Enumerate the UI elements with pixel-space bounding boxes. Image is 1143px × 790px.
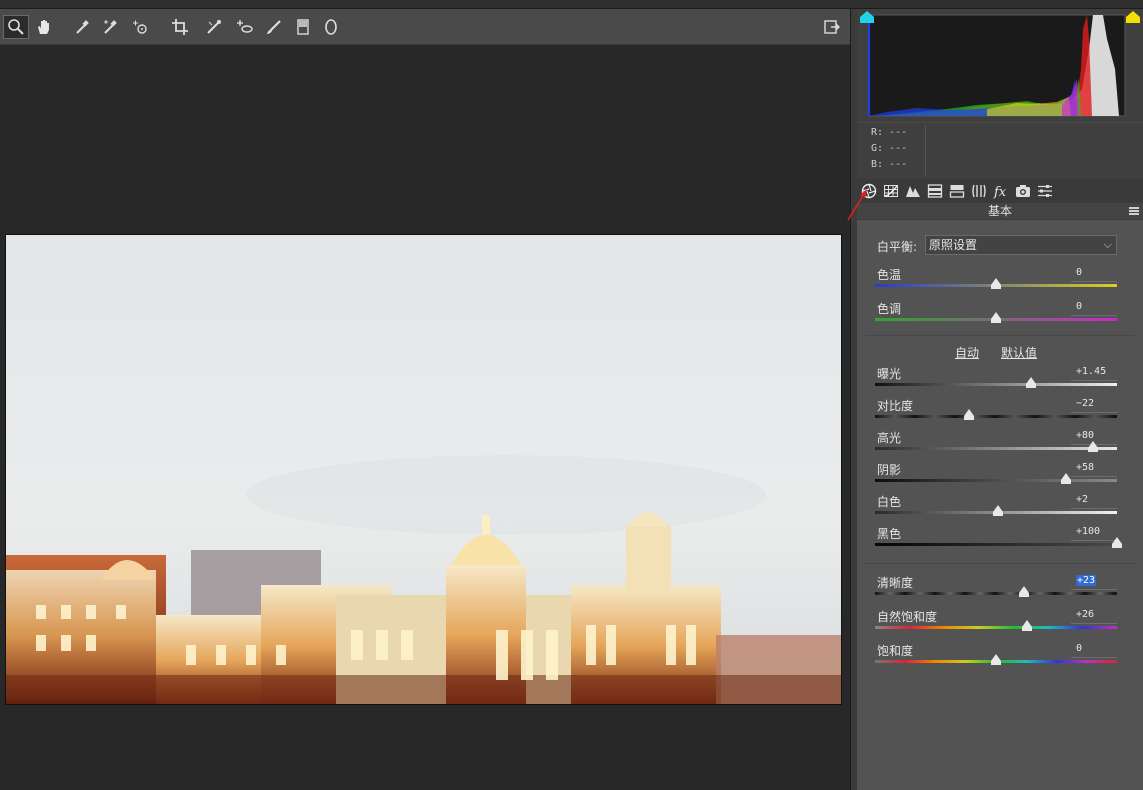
exposure-slider[interactable]: 曝光 +1.45 — [857, 365, 1143, 397]
target-adjust-icon[interactable] — [127, 15, 153, 39]
hsl-icon[interactable] — [925, 182, 945, 200]
lens-icon[interactable] — [969, 182, 989, 200]
vibrance-slider[interactable]: 自然饱和度 +26 — [857, 608, 1143, 640]
default-link[interactable]: 默认值 — [1001, 344, 1037, 361]
red-arrow-annotation — [847, 189, 867, 221]
r-readout: R: --- — [871, 127, 908, 138]
slider-label: 色温 — [877, 268, 902, 282]
slider-thumb[interactable] — [991, 278, 1001, 289]
divider — [865, 335, 1135, 336]
slider-label: 阴影 — [877, 463, 902, 477]
clarity-slider[interactable]: 清晰度 +23 — [857, 574, 1143, 606]
preview-image — [5, 234, 842, 705]
panel-divider[interactable] — [850, 9, 857, 790]
slider-track[interactable] — [875, 626, 1117, 629]
saturation-slider[interactable]: 饱和度 0 — [857, 642, 1143, 674]
g-readout: G: --- — [871, 143, 908, 154]
slider-label: 饱和度 — [877, 644, 914, 658]
highlights-slider[interactable]: 高光 +80 — [857, 429, 1143, 461]
tint-slider[interactable]: 色调 0 — [857, 300, 1143, 332]
crop-icon[interactable] — [167, 15, 193, 39]
detail-icon[interactable] — [903, 182, 923, 200]
adjustment-panel: R: --- G: --- B: --- fx 基本 白平衡: 原照设置 ⌵ 色… — [857, 9, 1143, 790]
svg-text:fx: fx — [993, 185, 1007, 199]
radial-filter-icon[interactable] — [318, 15, 344, 39]
slider-track[interactable] — [875, 479, 1117, 482]
slider-label: 清晰度 — [877, 576, 914, 590]
slider-track[interactable] — [875, 447, 1117, 450]
panel-menu-icon[interactable] — [1129, 207, 1139, 216]
readout-divider — [925, 125, 926, 177]
slider-thumb[interactable] — [1022, 620, 1033, 631]
slider-value[interactable]: −22 — [1071, 397, 1117, 413]
white-balance-label: 白平衡: — [877, 240, 918, 254]
slider-value[interactable]: +1.45 — [1071, 365, 1117, 381]
slider-thumb[interactable] — [1061, 473, 1072, 484]
slider-value[interactable]: 0 — [1071, 300, 1117, 316]
chevron-down-icon: ⌵ — [1103, 238, 1112, 251]
camera-calibration-icon[interactable] — [1013, 182, 1033, 200]
slider-value[interactable]: 0 — [1071, 266, 1117, 282]
graduated-filter-icon[interactable] — [290, 15, 316, 39]
window-top-edge — [0, 0, 1143, 9]
highlight-clip-warning-icon[interactable] — [1126, 11, 1140, 23]
slider-track[interactable] — [875, 415, 1117, 418]
slider-value[interactable]: +100 — [1071, 525, 1117, 541]
temperature-slider[interactable]: 色温 0 — [857, 266, 1143, 298]
spot-removal-icon[interactable] — [231, 15, 257, 39]
slider-label: 对比度 — [877, 399, 914, 413]
slider-label: 白色 — [877, 495, 902, 509]
blacks-slider[interactable]: 黑色 +100 — [857, 525, 1143, 557]
zoom-icon[interactable] — [3, 15, 29, 39]
white-balance-value: 原照设置 — [929, 238, 978, 252]
hand-icon[interactable] — [31, 15, 57, 39]
presets-icon[interactable] — [1035, 182, 1055, 200]
shadow-clip-warning-icon[interactable] — [860, 11, 874, 23]
slider-track[interactable] — [875, 383, 1117, 386]
straighten-icon[interactable] — [201, 15, 227, 39]
white-balance-select[interactable]: 原照设置 ⌵ — [925, 235, 1117, 255]
slider-value[interactable]: +26 — [1071, 608, 1117, 624]
slider-value[interactable]: 0 — [1071, 642, 1117, 658]
slider-track[interactable] — [875, 543, 1117, 546]
slider-value-text: +23 — [1076, 575, 1097, 586]
slider-label: 高光 — [877, 431, 902, 445]
slider-thumb[interactable] — [993, 505, 1004, 516]
histogram — [857, 9, 1143, 122]
tone-curve-icon[interactable] — [881, 182, 901, 200]
auto-link[interactable]: 自动 — [955, 344, 979, 361]
brush-icon[interactable] — [261, 15, 287, 39]
tool-bar — [0, 9, 850, 45]
slider-thumb[interactable] — [1087, 441, 1098, 452]
effects-icon[interactable]: fx — [991, 182, 1011, 200]
slider-thumb[interactable] — [1018, 586, 1029, 597]
slider-value[interactable]: +2 — [1071, 493, 1117, 509]
shadows-slider[interactable]: 阴影 +58 — [857, 461, 1143, 493]
rgb-readout: R: --- G: --- B: --- — [857, 122, 1143, 179]
section-header: 基本 — [857, 203, 1143, 220]
divider — [865, 563, 1135, 564]
eyedropper-icon[interactable] — [69, 15, 95, 39]
section-title: 基本 — [987, 204, 1012, 218]
panel-tabs: fx — [857, 179, 1143, 203]
b-readout: B: --- — [871, 159, 908, 170]
open-export-icon[interactable] — [819, 15, 845, 39]
whites-slider[interactable]: 白色 +2 — [857, 493, 1143, 525]
slider-label: 自然饱和度 — [877, 610, 938, 624]
slider-label: 曝光 — [877, 367, 902, 381]
slider-thumb[interactable] — [964, 409, 975, 420]
color-sampler-icon[interactable] — [97, 15, 123, 39]
slider-thumb[interactable] — [991, 312, 1001, 323]
split-toning-icon[interactable] — [947, 182, 967, 200]
slider-track[interactable] — [875, 592, 1117, 595]
slider-thumb[interactable] — [1026, 377, 1037, 388]
slider-value[interactable]: +58 — [1071, 461, 1117, 477]
slider-thumb[interactable] — [991, 654, 1001, 665]
slider-value[interactable]: +23 — [1071, 574, 1117, 590]
auto-default-row: 自动 默认值 — [857, 344, 1143, 360]
contrast-slider[interactable]: 对比度 −22 — [857, 397, 1143, 429]
slider-thumb[interactable] — [1112, 537, 1122, 548]
slider-label: 色调 — [877, 302, 902, 316]
slider-label: 黑色 — [877, 527, 902, 541]
